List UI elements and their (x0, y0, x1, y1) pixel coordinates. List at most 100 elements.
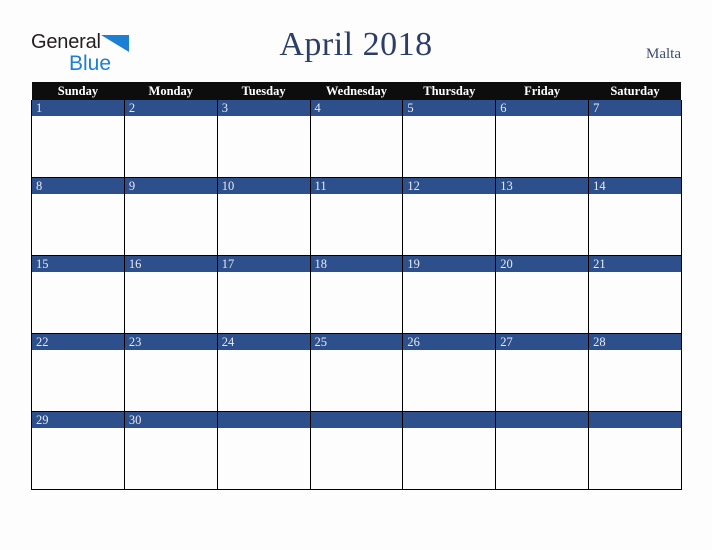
day-cell-body[interactable] (125, 272, 217, 332)
date-number: 5 (403, 100, 496, 116)
date-number: 18 (310, 256, 403, 272)
date-number: 25 (310, 334, 403, 350)
day-cell-body[interactable] (403, 194, 495, 254)
day-cell[interactable]: 9 (123, 177, 218, 256)
day-cell[interactable]: 25 (309, 333, 404, 412)
day-cell-body[interactable] (32, 350, 124, 410)
day-cell-body[interactable] (125, 194, 217, 254)
page-header: General Blue April 2018 Malta (0, 0, 712, 82)
date-number: 13 (496, 178, 589, 194)
day-cell-body[interactable] (125, 428, 217, 488)
date-number: 30 (124, 412, 217, 428)
day-cell-body[interactable] (589, 116, 681, 176)
day-cell-body[interactable] (311, 272, 403, 332)
day-cell[interactable]: 27 (495, 333, 590, 412)
date-number: 11 (310, 178, 403, 194)
day-cell-body[interactable] (589, 272, 681, 332)
day-cell-body[interactable] (125, 350, 217, 410)
day-cell-body[interactable] (218, 272, 310, 332)
day-cell-body[interactable] (311, 116, 403, 176)
day-cell[interactable]: 2 (123, 100, 218, 178)
day-cell[interactable]: 24 (216, 333, 311, 412)
day-cell-body[interactable] (218, 116, 310, 176)
country-label: Malta (646, 46, 681, 62)
date-number: 26 (403, 334, 496, 350)
day-cell-body[interactable] (125, 116, 217, 176)
day-cell[interactable] (309, 411, 404, 490)
date-number: 24 (217, 334, 310, 350)
day-cell-body[interactable] (311, 428, 403, 488)
day-cell-body[interactable] (218, 428, 310, 488)
date-number: 27 (496, 334, 589, 350)
weekday-header-tuesday: Tuesday (217, 82, 311, 100)
day-cell[interactable]: 23 (123, 333, 218, 412)
date-number: 28 (589, 334, 681, 350)
day-cell-body[interactable] (32, 194, 124, 254)
week-row: 29 30 (31, 411, 682, 490)
day-cell[interactable]: 20 (495, 255, 590, 334)
day-cell[interactable]: 15 (31, 255, 125, 334)
day-cell[interactable]: 17 (216, 255, 311, 334)
day-cell-body[interactable] (218, 350, 310, 410)
week-row: 8 9 10 11 12 13 14 (31, 177, 682, 256)
date-number: 23 (124, 334, 217, 350)
date-number: 14 (589, 178, 681, 194)
date-number: 4 (310, 100, 403, 116)
date-number: 6 (496, 100, 589, 116)
date-number (589, 412, 681, 428)
day-cell[interactable] (216, 411, 311, 490)
day-cell-body[interactable] (403, 428, 495, 488)
day-cell-body[interactable] (32, 428, 124, 488)
week-row: 15 16 17 18 19 20 21 (31, 255, 682, 334)
day-cell[interactable]: 3 (216, 100, 311, 178)
day-cell[interactable]: 19 (402, 255, 497, 334)
date-number: 29 (32, 412, 124, 428)
day-cell-body[interactable] (496, 194, 588, 254)
day-cell-body[interactable] (403, 350, 495, 410)
day-cell-body[interactable] (496, 116, 588, 176)
day-cell[interactable]: 4 (309, 100, 404, 178)
day-cell-body[interactable] (589, 350, 681, 410)
day-cell[interactable]: 29 (31, 411, 125, 490)
day-cell[interactable]: 12 (402, 177, 497, 256)
day-cell-body[interactable] (589, 428, 681, 488)
date-number: 20 (496, 256, 589, 272)
week-row: 1 2 3 4 5 6 7 (31, 100, 682, 178)
date-number (403, 412, 496, 428)
day-cell[interactable]: 8 (31, 177, 125, 256)
day-cell-body[interactable] (589, 194, 681, 254)
date-number: 19 (403, 256, 496, 272)
day-cell-body[interactable] (403, 116, 495, 176)
day-cell[interactable]: 14 (588, 177, 682, 256)
day-cell-body[interactable] (311, 350, 403, 410)
day-cell[interactable]: 22 (31, 333, 125, 412)
day-cell[interactable] (495, 411, 590, 490)
day-cell-body[interactable] (496, 272, 588, 332)
day-cell[interactable]: 21 (588, 255, 682, 334)
day-cell[interactable]: 30 (123, 411, 218, 490)
day-cell[interactable]: 6 (495, 100, 590, 178)
day-cell-body[interactable] (496, 428, 588, 488)
day-cell[interactable]: 5 (402, 100, 497, 178)
date-number: 10 (217, 178, 310, 194)
day-cell[interactable]: 10 (216, 177, 311, 256)
day-cell[interactable] (588, 411, 682, 490)
day-cell[interactable]: 13 (495, 177, 590, 256)
date-number: 8 (32, 178, 124, 194)
day-cell[interactable]: 18 (309, 255, 404, 334)
day-cell[interactable]: 26 (402, 333, 497, 412)
day-cell-body[interactable] (218, 194, 310, 254)
date-number: 15 (32, 256, 124, 272)
day-cell-body[interactable] (311, 194, 403, 254)
day-cell[interactable] (402, 411, 497, 490)
day-cell-body[interactable] (32, 116, 124, 176)
day-cell[interactable]: 1 (31, 100, 125, 178)
day-cell[interactable]: 28 (588, 333, 682, 412)
day-cell-body[interactable] (32, 272, 124, 332)
day-cell[interactable]: 11 (309, 177, 404, 256)
day-cell-body[interactable] (496, 350, 588, 410)
day-cell-body[interactable] (403, 272, 495, 332)
day-cell[interactable]: 7 (588, 100, 682, 178)
day-cell[interactable]: 16 (123, 255, 218, 334)
date-number: 7 (589, 100, 681, 116)
